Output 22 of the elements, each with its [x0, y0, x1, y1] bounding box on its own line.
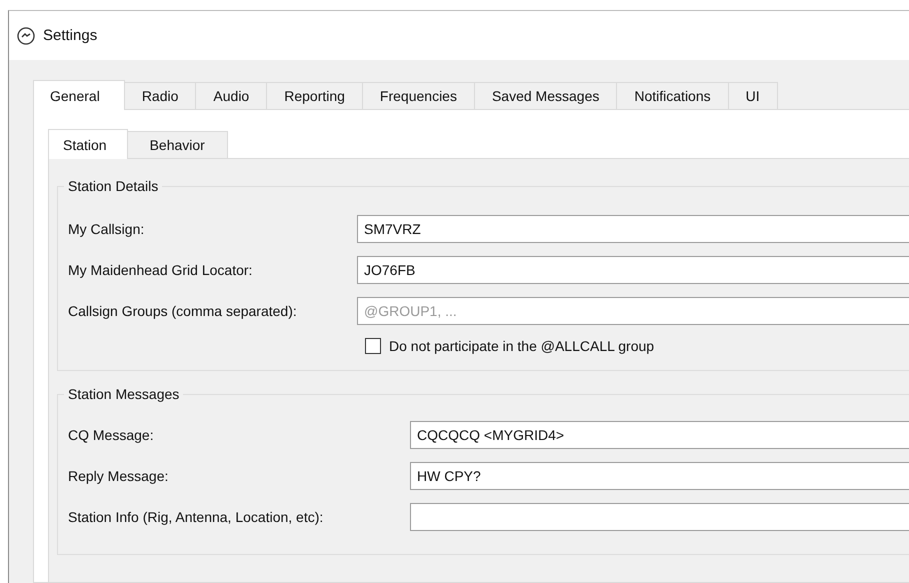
field-label: Reply Message:: [68, 468, 170, 484]
tab[interactable]: Station: [48, 129, 128, 159]
input-field[interactable]: CQCQCQ <MYGRID4>: [410, 421, 909, 449]
input-field[interactable]: JO76FB: [357, 256, 909, 284]
tab[interactable]: Behavior: [126, 131, 228, 158]
field-label: Station Info (Rig, Antenna, Location, etc):: [68, 509, 324, 525]
input-field[interactable]: [410, 503, 909, 531]
group-title: Station Messages: [64, 386, 184, 402]
checkbox[interactable]: [365, 338, 381, 354]
field-label: CQ Message:: [68, 427, 155, 443]
tab[interactable]: General: [33, 80, 125, 110]
field-label: Callsign Groups (comma separated):: [68, 303, 298, 319]
group-title: Station Details: [64, 178, 162, 194]
input-field[interactable]: HW CPY?: [410, 462, 909, 490]
input-field[interactable]: SM7VRZ: [357, 215, 909, 243]
window-title: Settings: [43, 27, 98, 44]
field-label: My Callsign:: [68, 221, 146, 237]
app-icon: [17, 26, 35, 44]
input-field[interactable]: @GROUP1, ...: [357, 297, 909, 325]
tab[interactable]: UI: [728, 82, 778, 109]
field-label: My Maidenhead Grid Locator:: [68, 262, 254, 278]
checkbox-label: Do not participate in the @ALLCALL group: [389, 338, 654, 354]
